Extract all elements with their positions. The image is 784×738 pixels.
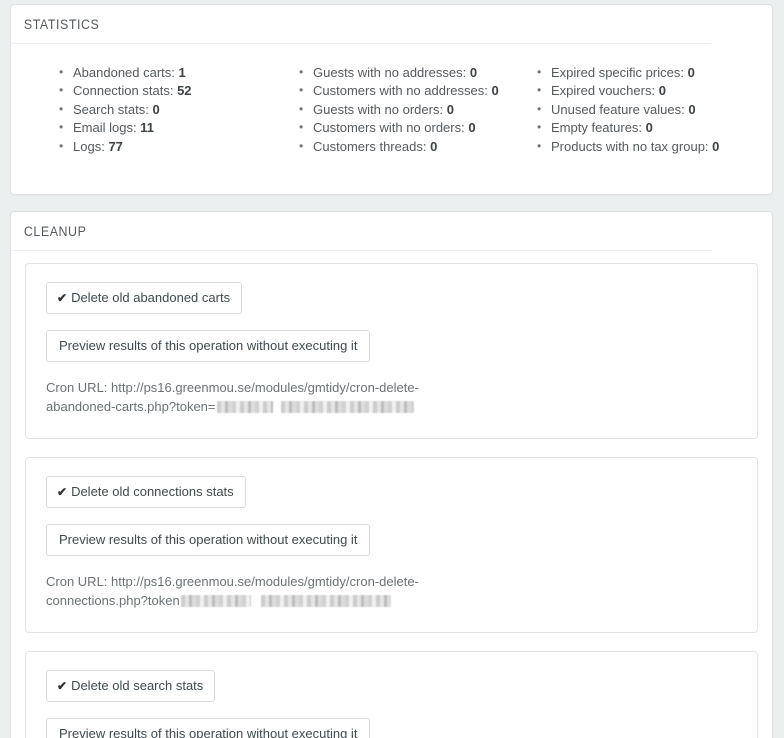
statistics-panel-heading: STATISTICS — [11, 5, 712, 44]
stat-value: 52 — [177, 83, 192, 99]
preview-abandoned-carts-button[interactable]: Preview results of this operation withou… — [46, 330, 371, 363]
statistics-column-3: Expired specific prices: 0 Expired vouch… — [520, 63, 758, 156]
list-item: Expired specific prices: 0 — [537, 63, 758, 82]
button-label: Delete old search stats — [71, 678, 204, 694]
list-item: Customers with no addresses: 0 — [299, 81, 520, 100]
cron-url-prefix: Cron URL: — [46, 574, 108, 590]
cleanup-card-connections-stats: ✔ Delete old connections stats Preview re… — [25, 457, 758, 634]
button-label: Preview results of this operation withou… — [59, 532, 358, 548]
button-label: Delete old abandoned carts — [71, 290, 231, 306]
cron-url-prefix: Cron URL: — [46, 380, 108, 396]
button-label: Delete old connections stats — [71, 484, 234, 500]
preview-search-stats-button[interactable]: Preview results of this operation withou… — [46, 718, 371, 738]
cleanup-panel: CLEANUP ✔ Delete old abandoned carts Prev… — [10, 211, 773, 738]
stat-label: Connection stats: — [73, 83, 174, 99]
stat-value: 0 — [688, 101, 696, 117]
list-item: Abandoned carts: 1 — [59, 63, 280, 82]
stat-value: 0 — [645, 120, 653, 136]
stat-label: Guests with no orders: — [313, 101, 444, 117]
stat-label: Abandoned carts: — [73, 65, 175, 80]
delete-old-abandoned-carts-button[interactable]: ✔ Delete old abandoned carts — [46, 282, 243, 315]
cleanup-panel-heading: CLEANUP — [11, 212, 712, 252]
statistics-list-1: Abandoned carts: 1 Connection stats: 52 … — [59, 63, 280, 156]
stat-value: 0 — [491, 83, 499, 99]
stat-value: 0 — [687, 65, 695, 80]
stat-label: Email logs: — [73, 120, 137, 136]
list-item: Customers threads: 0 — [299, 137, 520, 156]
list-item: Guests with no addresses: 0 — [299, 63, 520, 82]
delete-old-search-stats-button[interactable]: ✔ Delete old search stats — [46, 670, 216, 703]
stat-value: 0 — [468, 120, 476, 136]
list-item: Expired vouchers: 0 — [537, 81, 758, 100]
cron-url-connections-stats: Cron URL: http://ps16.greenmou.se/module… — [46, 572, 486, 610]
button-label: Preview results of this operation withou… — [59, 338, 358, 354]
list-item: Search stats: 0 — [59, 100, 280, 119]
cleanup-panel-body: ✔ Delete old abandoned carts Preview resu… — [11, 251, 772, 738]
stat-value: 0 — [446, 101, 454, 117]
statistics-panel: STATISTICS Abandoned carts: 1 Connection… — [10, 4, 773, 196]
stat-label: Expired vouchers: — [551, 83, 656, 99]
stat-label: Empty features: — [551, 120, 643, 136]
stat-label: Guests with no addresses: — [313, 65, 467, 80]
stat-value: 11 — [140, 120, 154, 136]
stat-label: Customers with no orders: — [313, 120, 465, 136]
cleanup-card-abandoned-carts: ✔ Delete old abandoned carts Preview resu… — [25, 263, 758, 440]
stat-label: Expired specific prices: — [551, 65, 684, 80]
check-icon: ✔ — [57, 679, 68, 694]
button-label: Preview results of this operation withou… — [59, 726, 358, 738]
statistics-columns: Abandoned carts: 1 Connection stats: 52 … — [25, 56, 758, 178]
delete-old-connections-stats-button[interactable]: ✔ Delete old connections stats — [46, 476, 246, 509]
stat-label: Customers with no addresses: — [313, 83, 488, 99]
check-icon: ✔ — [57, 485, 68, 500]
stat-value: 0 — [712, 138, 720, 154]
stat-value: 0 — [469, 65, 478, 80]
cleanup-card-search-stats: ✔ Delete old search stats Preview results… — [25, 651, 758, 738]
list-item: Empty features: 0 — [537, 118, 758, 137]
statistics-panel-body: Abandoned carts: 1 Connection stats: 52 … — [11, 44, 772, 194]
stat-label: Search stats: — [73, 101, 149, 117]
redacted-token-part-2 — [260, 595, 391, 608]
redacted-token-part-2 — [280, 401, 414, 414]
list-item: Connection stats: 52 — [59, 81, 280, 100]
stat-value: 77 — [108, 138, 123, 154]
preview-connections-stats-button[interactable]: Preview results of this operation withou… — [46, 524, 371, 557]
stat-value: 0 — [430, 138, 438, 154]
statistics-list-3: Expired specific prices: 0 Expired vouch… — [537, 63, 758, 156]
admin-page: STATISTICS Abandoned carts: 1 Connection… — [0, 0, 784, 738]
stat-label: Products with no tax group: — [551, 138, 709, 154]
cron-url-abandoned-carts: Cron URL: http://ps16.greenmou.se/module… — [46, 378, 486, 416]
stat-label: Logs: — [73, 138, 105, 154]
statistics-column-2: Guests with no addresses: 0 Customers wi… — [280, 63, 520, 156]
redacted-token-part-1 — [216, 401, 273, 414]
list-item: Email logs: 11 — [59, 118, 280, 137]
list-item: Logs: 77 — [59, 137, 280, 156]
stat-label: Unused feature values: — [551, 101, 685, 117]
stat-value: 1 — [178, 65, 186, 80]
statistics-column-1: Abandoned carts: 1 Connection stats: 52 … — [25, 63, 280, 156]
list-item: Guests with no orders: 0 — [299, 100, 520, 119]
redacted-token-part-1 — [180, 595, 251, 608]
list-item: Customers with no orders: 0 — [299, 118, 520, 137]
check-icon: ✔ — [57, 291, 68, 306]
stat-value: 0 — [658, 83, 666, 99]
list-item: Unused feature values: 0 — [537, 100, 758, 119]
stat-value: 0 — [152, 101, 160, 117]
list-item: Products with no tax group: 0 — [537, 137, 758, 156]
statistics-list-2: Guests with no addresses: 0 Customers wi… — [299, 63, 520, 156]
stat-label: Customers threads: — [313, 138, 427, 154]
